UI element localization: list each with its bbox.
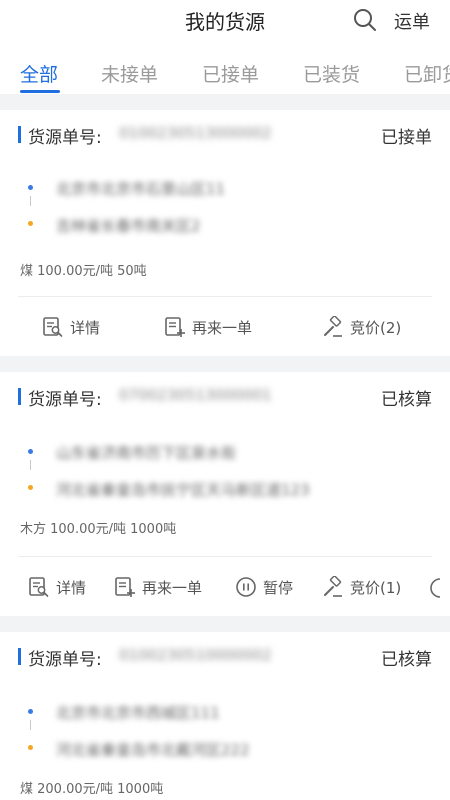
destination-address: 河北省秦皇岛市抚宁区天马新区道123 bbox=[56, 481, 310, 499]
status-label: 已接单 bbox=[381, 128, 432, 148]
route-line bbox=[30, 460, 31, 470]
origin-address: 北京市北京市西城区111 bbox=[56, 704, 220, 722]
divider bbox=[18, 296, 432, 297]
tab-accepted[interactable]: 已接单 bbox=[202, 60, 259, 87]
card-header: 货源单号: 0700230513000001 已核算 bbox=[18, 386, 432, 410]
gavel-icon bbox=[324, 316, 342, 337]
accent-bar bbox=[18, 388, 21, 405]
route-line bbox=[30, 720, 31, 730]
active-tab-indicator bbox=[20, 90, 60, 93]
goods-info: 煤 100.00元/吨 50吨 bbox=[20, 264, 147, 279]
card-header: 货源单号: 0100230510000002 已核算 bbox=[18, 646, 432, 670]
tab-not-accepted[interactable]: 未接单 bbox=[101, 60, 158, 87]
page-title: 我的货源 bbox=[185, 10, 265, 34]
tab-all[interactable]: 全部 bbox=[20, 60, 58, 87]
accent-bar bbox=[18, 126, 21, 143]
detail-label: 详情 bbox=[56, 578, 87, 597]
order-number: 0100230510000002 bbox=[119, 646, 272, 664]
pause-circle-icon bbox=[236, 577, 256, 597]
document-search-icon bbox=[43, 317, 63, 337]
order-label: 货源单号: bbox=[28, 390, 102, 410]
document-plus-icon bbox=[165, 317, 185, 337]
gavel-icon bbox=[324, 576, 342, 597]
tab-loaded[interactable]: 已装货 bbox=[303, 60, 360, 87]
bid-button[interactable]: 竞价(2) bbox=[322, 311, 401, 343]
tab-unloaded[interactable]: 已卸货 bbox=[404, 60, 450, 87]
reorder-button[interactable]: 再来一单 bbox=[114, 571, 202, 603]
origin-address: 北京市北京市石景山区11 bbox=[56, 180, 226, 198]
card-actions: 详情 再来一单 竞价(2) bbox=[0, 311, 450, 351]
shipment-card[interactable]: 货源单号: 0100230510000002 已核算 北京市北京市西城区111 … bbox=[0, 632, 450, 800]
order-number: 0700230513000001 bbox=[119, 386, 272, 404]
detail-button[interactable]: 详情 bbox=[28, 571, 86, 603]
order-number: 0100230513000002 bbox=[119, 124, 272, 142]
search-icon[interactable] bbox=[352, 7, 378, 33]
destination-dot bbox=[28, 221, 33, 226]
card-actions: 详情 再来一单 暂停 竞价(1) bbox=[0, 571, 450, 611]
bid-label: 竞价(2) bbox=[350, 318, 402, 337]
route-line bbox=[30, 196, 31, 206]
bid-label: 竞价(1) bbox=[350, 578, 402, 597]
goods-info: 木方 100.00元/吨 1000吨 bbox=[20, 522, 177, 537]
destination-address: 吉林省长春市南关区2 bbox=[56, 217, 201, 235]
more-actions-icon[interactable] bbox=[428, 577, 450, 599]
origin-dot bbox=[28, 709, 33, 714]
destination-dot bbox=[28, 745, 33, 750]
card-header: 货源单号: 0100230513000002 已接单 bbox=[18, 124, 432, 148]
accent-bar bbox=[18, 648, 21, 665]
goods-info: 煤 200.00元/吨 1000吨 bbox=[20, 782, 164, 797]
status-tabs: 全部 未接单 已接单 已装货 已卸货 bbox=[0, 40, 450, 94]
divider bbox=[18, 556, 432, 557]
origin-dot bbox=[28, 185, 33, 190]
pause-label: 暂停 bbox=[263, 578, 294, 597]
order-label: 货源单号: bbox=[28, 128, 102, 148]
detail-label: 详情 bbox=[70, 318, 101, 337]
origin-dot bbox=[28, 449, 33, 454]
document-plus-icon bbox=[115, 577, 135, 597]
destination-address: 河北省秦皇岛市北戴河区222 bbox=[56, 741, 250, 759]
origin-address: 山东省济南市历下区泉水街 bbox=[56, 444, 237, 462]
bid-button[interactable]: 竞价(1) bbox=[322, 571, 401, 603]
waybill-link[interactable]: 运单 bbox=[394, 8, 430, 34]
pause-button[interactable]: 暂停 bbox=[235, 571, 293, 603]
reorder-label: 再来一单 bbox=[192, 318, 253, 337]
document-search-icon bbox=[29, 577, 49, 597]
shipment-card[interactable]: 货源单号: 0700230513000001 已核算 山东省济南市历下区泉水街 … bbox=[0, 372, 450, 616]
status-label: 已核算 bbox=[381, 650, 432, 670]
order-label: 货源单号: bbox=[28, 650, 102, 670]
destination-dot bbox=[28, 485, 33, 490]
reorder-label: 再来一单 bbox=[142, 578, 203, 597]
status-label: 已核算 bbox=[381, 390, 432, 410]
reorder-button[interactable]: 再来一单 bbox=[164, 311, 252, 343]
app-header: 我的货源 运单 bbox=[0, 0, 450, 40]
detail-button[interactable]: 详情 bbox=[42, 311, 100, 343]
shipment-card[interactable]: 货源单号: 0100230513000002 已接单 北京市北京市石景山区11 … bbox=[0, 110, 450, 356]
